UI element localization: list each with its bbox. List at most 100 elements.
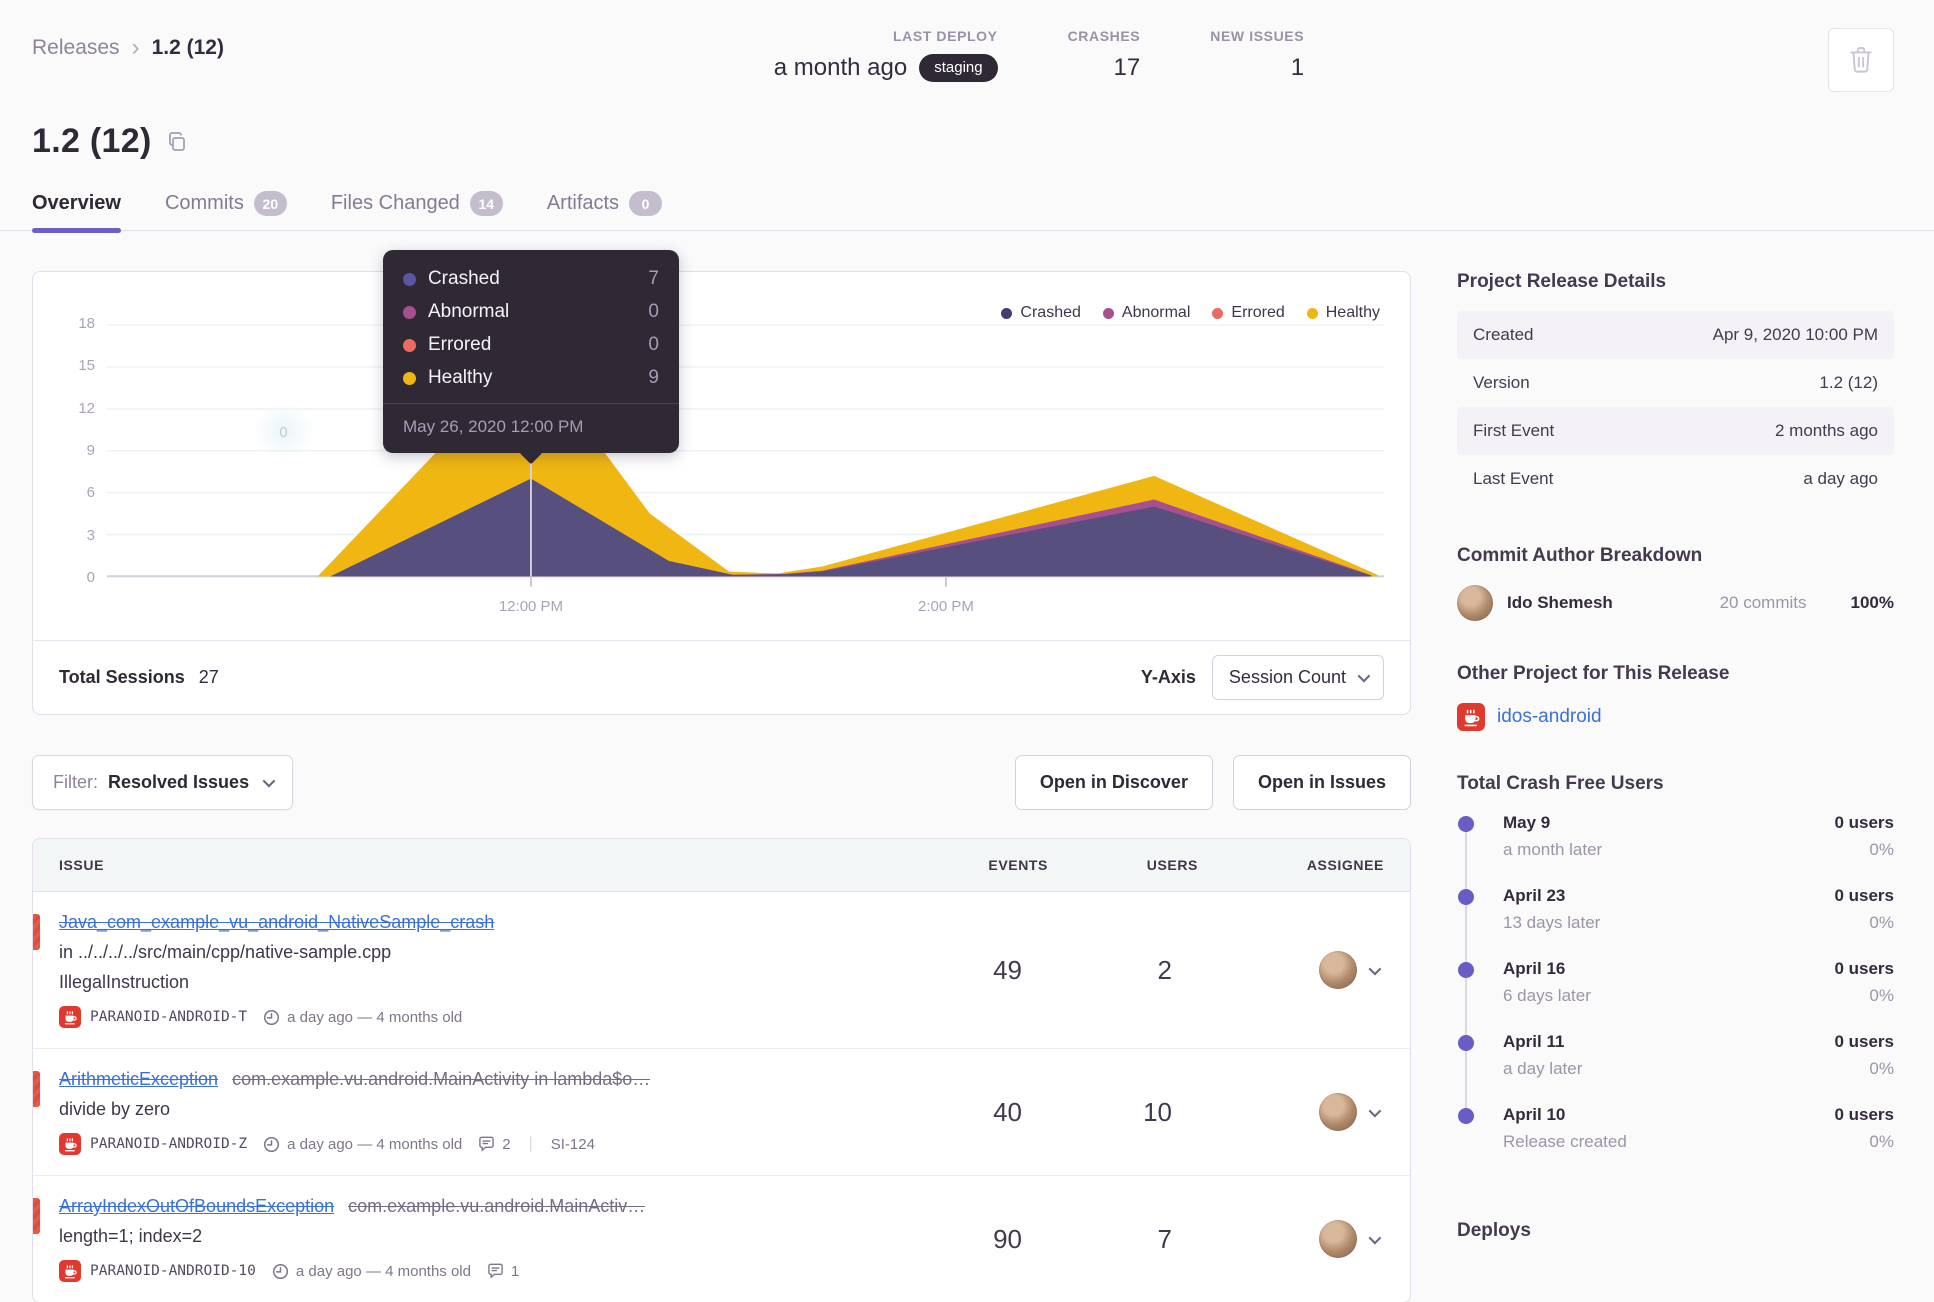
col-issue: ISSUE xyxy=(59,857,105,873)
issues-table: ISSUE EVENTS USERS ASSIGNEE Java_com_exa… xyxy=(32,838,1411,1302)
issue-culprit: com.example.vu.android.MainActiv… xyxy=(348,1196,646,1216)
legend-errored: Errored xyxy=(1212,304,1285,322)
coffee-cup-icon xyxy=(59,1133,81,1155)
detail-last-event: Last Event a day ago xyxy=(1473,469,1878,488)
assignee-avatar[interactable] xyxy=(1319,1093,1357,1131)
issue-comments[interactable]: 2 xyxy=(478,1136,511,1153)
comment-icon xyxy=(479,1136,495,1152)
sessions-chart-card: Crashed Abnormal Errored Healthy 18 15 1… xyxy=(32,250,1411,715)
author-row: Ido Shemesh 20 commits 100% xyxy=(1457,585,1894,621)
legend-abnormal-label: Abnormal xyxy=(1121,304,1191,321)
tooltip-date: May 26, 2020 12:00 PM xyxy=(382,403,679,439)
clock-icon xyxy=(264,1009,280,1025)
legend-abnormal: Abnormal xyxy=(1102,304,1191,322)
copy-version-button[interactable] xyxy=(166,131,188,153)
detail-created: Created Apr 9, 2020 10:00 PM xyxy=(1457,311,1894,359)
filter-label: Filter: xyxy=(53,772,98,792)
chart-tooltip: Crashed 7 Abnormal 0 Errored 0 Healthy 9… xyxy=(382,250,679,453)
author-name: Ido Shemesh xyxy=(1507,593,1613,612)
sessions-area-chart[interactable]: 0 12:00 PM 2:00 PM Crashed 7 Abnormal 0 … xyxy=(107,250,1384,615)
crashfree-item: April 23 0 users 13 days later 0% xyxy=(1457,886,1894,963)
legend-healthy-label: Healthy xyxy=(1325,304,1380,321)
project-badge[interactable]: PARANOID-ANDROID-T xyxy=(59,1006,247,1028)
crashfree-item: April 16 0 users 6 days later 0% xyxy=(1457,959,1894,1036)
copy-icon xyxy=(168,131,185,151)
x-tick-noon: 12:00 PM xyxy=(498,598,564,615)
issues-filter-dropdown[interactable]: Filter: Resolved Issues xyxy=(32,755,294,810)
section-title: Project Release Details xyxy=(1457,271,1667,292)
tab-artifacts-label: Artifacts xyxy=(546,192,620,214)
tooltip-row-errored: Errored 0 xyxy=(402,334,659,356)
other-project-link-row: idos-android xyxy=(1457,703,1894,731)
issue-age: a day ago — 4 months old xyxy=(263,1009,462,1026)
timeline-dot-icon xyxy=(1458,1035,1474,1051)
delete-release-button[interactable] xyxy=(1828,28,1894,92)
tab-files-changed[interactable]: Files Changed 14 xyxy=(331,191,503,230)
clock-icon xyxy=(264,1136,280,1152)
assignee-dropdown-chevron-icon[interactable] xyxy=(1368,962,1382,975)
issue-title-link[interactable]: Java_com_example_vu_android_NativeSample… xyxy=(59,912,494,933)
tab-commits[interactable]: Commits 20 xyxy=(165,191,287,230)
issue-users-count: 2 xyxy=(1157,954,1172,985)
stat-last-deploy: LAST DEPLOY a month ago staging xyxy=(774,28,998,82)
stat-crashes: CRASHES 17 xyxy=(1068,28,1141,82)
assignee-dropdown-chevron-icon[interactable] xyxy=(1368,1104,1382,1117)
issue-comments[interactable]: 1 xyxy=(487,1263,519,1280)
legend-crashed: Crashed xyxy=(1001,304,1081,322)
breadcrumb-current: 1.2 (12) xyxy=(151,36,224,59)
tab-artifacts[interactable]: Artifacts 0 xyxy=(546,191,663,230)
issue-title-link[interactable]: ArrayIndexOutOfBoundsException xyxy=(59,1196,334,1217)
environment-badge: staging xyxy=(919,54,998,82)
tooltip-row-abnormal: Abnormal 0 xyxy=(402,301,659,323)
col-events: EVENTS xyxy=(988,857,1048,873)
issues-table-header: ISSUE EVENTS USERS ASSIGNEE xyxy=(33,839,1410,892)
tooltip-errored-dot xyxy=(402,338,416,352)
tooltip-abnormal-dot xyxy=(402,305,416,319)
crashfree-item: April 10 0 users Release created 0% xyxy=(1457,1105,1894,1178)
open-in-issues-button[interactable]: Open in Issues xyxy=(1232,755,1411,810)
project-badge[interactable]: PARANOID-ANDROID-Z xyxy=(59,1133,247,1155)
legend-crashed-label: Crashed xyxy=(1020,304,1081,321)
y-axis-select[interactable]: Session Count xyxy=(1211,655,1384,700)
stat-crashes-label: CRASHES xyxy=(1067,28,1141,44)
assignee-avatar[interactable] xyxy=(1319,951,1357,989)
total-sessions: Total Sessions 27 xyxy=(59,667,219,688)
tab-overview[interactable]: Overview xyxy=(32,191,121,233)
trash-icon xyxy=(1850,47,1872,73)
timeline-dot-icon xyxy=(1458,962,1474,978)
coffee-cup-icon xyxy=(59,1006,81,1028)
timeline-dot-icon xyxy=(1458,816,1474,832)
tooltip-crashed-dot xyxy=(402,272,416,286)
total-sessions-label: Total Sessions xyxy=(59,667,185,687)
stat-new-issues-value: 1 xyxy=(1290,54,1305,81)
chart-zero-watermark: 0 xyxy=(252,402,317,461)
issue-subtitle: IllegalInstruction xyxy=(59,972,190,992)
project-slug: PARANOID-ANDROID-Z xyxy=(90,1136,248,1152)
tooltip-healthy-dot xyxy=(402,371,416,385)
coffee-cup-icon xyxy=(1457,703,1485,731)
assignee-avatar[interactable] xyxy=(1319,1220,1357,1258)
section-title: Deploys xyxy=(1457,1220,1531,1241)
project-badge[interactable]: PARANOID-ANDROID-10 xyxy=(59,1260,256,1282)
tab-commits-badge: 20 xyxy=(253,191,287,216)
project-slug: PARANOID-ANDROID-10 xyxy=(90,1263,256,1279)
breadcrumb: Releases › 1.2 (12) xyxy=(32,28,224,60)
issue-title-link[interactable]: ArithmeticException xyxy=(59,1069,218,1090)
issue-age: a day ago — 4 months old xyxy=(272,1263,471,1280)
open-in-discover-button[interactable]: Open in Discover xyxy=(1014,755,1213,810)
issue-subtitle: divide by zero xyxy=(59,1099,171,1119)
col-users: USERS xyxy=(1146,857,1198,873)
resolved-marker xyxy=(33,914,40,950)
breadcrumb-releases-link[interactable]: Releases xyxy=(32,36,120,60)
commit-author-breakdown: Commit Author Breakdown Ido Shemesh 20 c… xyxy=(1457,545,1894,621)
assignee-dropdown-chevron-icon[interactable] xyxy=(1368,1231,1382,1244)
legend-errored-dot xyxy=(1212,307,1224,319)
resolved-marker xyxy=(33,1198,40,1234)
author-commit-count: 20 commits xyxy=(1719,593,1807,612)
other-project-link[interactable]: idos-android xyxy=(1497,706,1602,728)
legend-crashed-dot xyxy=(1001,307,1013,319)
filter-value: Resolved Issues xyxy=(108,772,250,792)
crashfree-item: May 90 users a month later 0% xyxy=(1457,813,1894,890)
comment-icon xyxy=(488,1263,503,1279)
detail-version: Version 1.2 (12) xyxy=(1473,373,1878,392)
